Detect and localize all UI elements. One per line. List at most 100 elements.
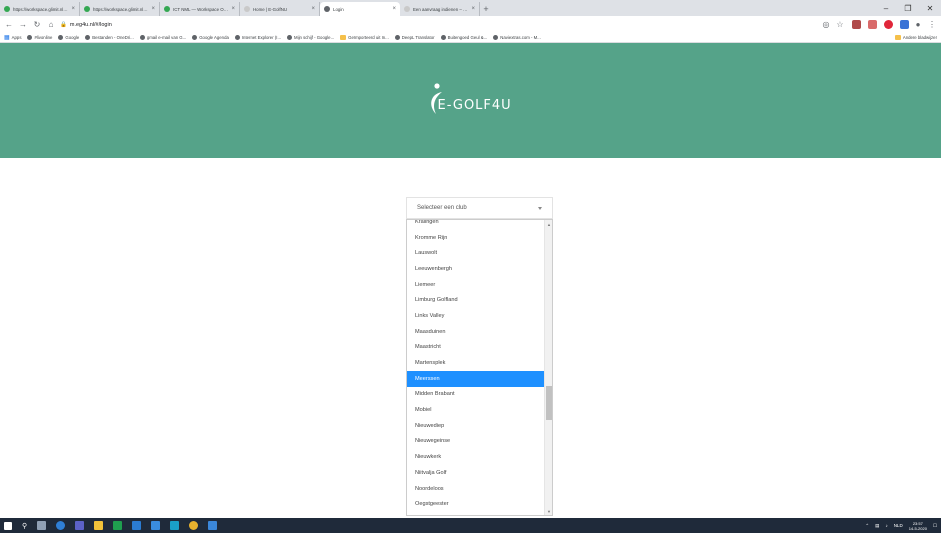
club-option[interactable]: Niitvalja Golf — [407, 465, 545, 481]
home-icon[interactable]: ⌂ — [46, 20, 56, 30]
browser-tab[interactable]: https://workspace.glimit.nl/SAAS× — [0, 2, 80, 16]
bookmark-label: DeepL Translator — [401, 35, 435, 40]
bookmark-label: Internet Explorer (I... — [241, 35, 282, 40]
club-option[interactable]: Kromme Rijn — [407, 230, 545, 246]
bookmark-label: Naviextras.com - M... — [500, 35, 541, 40]
bookmark-item[interactable]: Mijn schijf - Google... — [287, 35, 334, 40]
favicon-icon — [84, 6, 90, 12]
club-options: Kralingen Kromme Rijn Lauswolt Leeuwenbergh… — [407, 220, 545, 512]
volume-icon[interactable]: ♪ — [885, 523, 887, 528]
file-explorer-icon[interactable] — [94, 521, 104, 530]
chevron-up-icon[interactable]: ⌃ — [865, 523, 869, 529]
back-icon[interactable]: ← — [4, 20, 14, 30]
forward-icon[interactable]: → — [18, 20, 28, 30]
club-option[interactable]: Links Valley — [407, 308, 545, 324]
maximize-icon[interactable]: ❐ — [897, 0, 919, 16]
taskbar-clock[interactable]: 23:57 14-5-2020 — [909, 521, 927, 531]
reload-icon[interactable]: ↻ — [32, 20, 42, 30]
notifications-icon[interactable]: ☐ — [933, 523, 937, 529]
extension-icon[interactable] — [884, 20, 893, 29]
close-tab-icon[interactable]: × — [471, 6, 475, 12]
club-option[interactable]: Maasduinen — [407, 324, 545, 340]
minimize-icon[interactable]: – — [875, 0, 897, 16]
folder-icon — [340, 35, 347, 40]
club-option[interactable]: Lauswolt — [407, 245, 545, 261]
extension-icon[interactable]: ◎ — [821, 20, 831, 30]
bookmark-item[interactable]: #livonline — [27, 35, 52, 40]
app-icon[interactable] — [208, 521, 218, 530]
menu-icon[interactable]: ⋮ — [927, 20, 937, 30]
club-select[interactable]: Selecteer een club — [406, 197, 553, 219]
chrome-icon[interactable] — [189, 521, 199, 530]
browser-tab[interactable]: Home | E-GolfNU × — [240, 2, 320, 16]
club-select-placeholder: Selecteer een club — [417, 205, 467, 211]
club-option[interactable]: Mobiel — [407, 402, 545, 418]
club-option[interactable]: Nieuwkerk — [407, 449, 545, 465]
scroll-thumb[interactable] — [546, 386, 552, 420]
teams-icon[interactable] — [75, 521, 85, 530]
club-option[interactable]: Nieuwegeinse — [407, 434, 545, 450]
bookmark-item[interactable]: Internet Explorer (I... — [234, 35, 282, 40]
close-tab-icon[interactable]: × — [392, 6, 396, 12]
site-header: E-GOLF4U — [0, 43, 941, 158]
bookmarks-bar: ▦ Apps #livonline Google Bestanden - OneDri.… — [0, 33, 941, 43]
app-icon[interactable] — [170, 521, 180, 530]
club-option[interactable]: Martensplek — [407, 355, 545, 371]
favicon-icon — [404, 6, 410, 12]
bookmark-item[interactable]: gmail e-mail van G... — [139, 35, 186, 40]
browser-tab[interactable]: Een aanvraag indienen – E-Golf4U× — [400, 2, 480, 16]
browser-tab[interactable]: ICT NML — Workspace ONE × — [160, 2, 240, 16]
profile-icon[interactable]: ● — [913, 20, 923, 30]
club-option[interactable]: Leeuwenbergh — [407, 261, 545, 277]
language-indicator[interactable]: NLD — [894, 523, 903, 528]
new-tab-button[interactable]: + — [480, 2, 492, 16]
task-view-icon[interactable] — [37, 521, 47, 530]
edge-icon[interactable] — [56, 521, 66, 530]
close-tab-icon[interactable]: × — [71, 6, 75, 12]
star-icon[interactable]: ☆ — [835, 20, 845, 30]
address-bar[interactable]: 🔒 m.eg4u.nl/#/login — [60, 19, 817, 31]
bookmark-item[interactable]: ▦ Apps — [4, 34, 21, 41]
club-option[interactable]: Liemeer — [407, 277, 545, 293]
site-favicon-icon — [440, 35, 446, 40]
close-tab-icon[interactable]: × — [311, 6, 315, 12]
bookmark-item[interactable]: Bestanden - OneDri... — [85, 35, 134, 40]
word-icon[interactable] — [132, 521, 142, 530]
close-icon[interactable]: ✕ — [919, 0, 941, 16]
chevron-down-icon — [538, 206, 542, 210]
club-option[interactable]: Oegstgeester — [407, 496, 545, 512]
bookmark-item[interactable]: Google Agenda — [192, 35, 229, 40]
other-bookmarks[interactable]: Andere bladwijzer — [894, 35, 937, 40]
bookmark-item[interactable]: Google — [58, 35, 79, 40]
extension-icon[interactable] — [868, 20, 877, 29]
bookmark-item[interactable]: Geïmporteerd uit In... — [340, 35, 389, 40]
club-option[interactable]: Nieuwediep — [407, 418, 545, 434]
bookmark-label: Bestanden - OneDri... — [92, 35, 134, 40]
bookmark-item[interactable]: Buitengoed Geul &... — [440, 35, 487, 40]
browser-tab[interactable]: https://workspace.glimit.nl/SAAS× — [80, 2, 160, 16]
outlook-icon[interactable] — [151, 521, 161, 530]
scroll-up-icon[interactable]: ▲ — [546, 221, 552, 227]
club-option[interactable]: Maastricht — [407, 340, 545, 356]
network-icon[interactable]: ▤ — [875, 523, 879, 529]
excel-icon[interactable] — [113, 521, 123, 530]
close-tab-icon[interactable]: × — [231, 6, 235, 12]
search-icon[interactable]: ⚲ — [22, 522, 27, 530]
scroll-down-icon[interactable]: ▼ — [546, 508, 552, 514]
dropdown-scrollbar[interactable]: ▲ ▼ — [544, 220, 552, 515]
brand-logo[interactable]: E-GOLF4U — [416, 76, 526, 126]
club-option[interactable]: Midden Brabant — [407, 387, 545, 403]
bookmark-item[interactable]: DeepL Translator — [394, 35, 435, 40]
club-option[interactable]: Limburg Golfland — [407, 292, 545, 308]
browser-tab[interactable]: Login × — [320, 2, 400, 16]
club-option[interactable]: Kralingen — [407, 220, 545, 230]
club-option[interactable]: Noordeloos — [407, 481, 545, 497]
club-dropdown-list[interactable]: Kralingen Kromme Rijn Lauswolt Leeuwenbergh… — [406, 219, 553, 516]
windows-start-icon[interactable] — [4, 521, 12, 530]
bookmark-item[interactable]: Naviextras.com - M... — [493, 35, 541, 40]
club-option[interactable]: Meerssen — [407, 370, 545, 387]
site-favicon-icon — [85, 35, 91, 40]
extension-icon[interactable] — [900, 20, 909, 29]
close-tab-icon[interactable]: × — [151, 6, 155, 12]
extension-icon[interactable] — [852, 20, 861, 29]
